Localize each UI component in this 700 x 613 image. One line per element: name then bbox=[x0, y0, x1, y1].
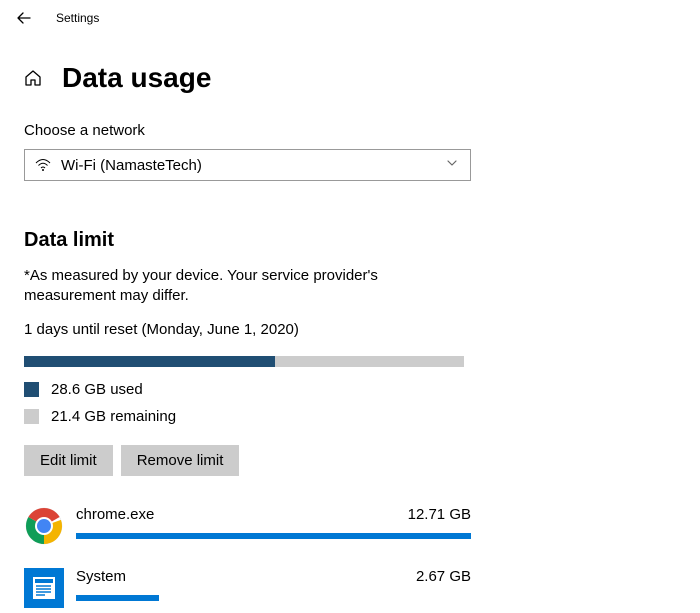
remove-limit-button[interactable]: Remove limit bbox=[121, 445, 240, 476]
app-usage-list: chrome.exe 12.71 GB System bbox=[24, 506, 676, 608]
app-row: System 2.67 GB bbox=[24, 568, 471, 608]
data-limit-disclaimer: *As measured by your device. Your servic… bbox=[24, 266, 469, 307]
network-label: Choose a network bbox=[24, 122, 676, 139]
app-usage-value: 2.67 GB bbox=[416, 568, 471, 585]
home-button[interactable] bbox=[24, 69, 42, 87]
page-title: Data usage bbox=[62, 62, 211, 94]
reset-text: 1 days until reset (Monday, June 1, 2020… bbox=[24, 321, 676, 338]
window-title: Settings bbox=[56, 11, 99, 25]
legend-remaining-row: 21.4 GB remaining bbox=[24, 408, 676, 425]
system-icon bbox=[24, 568, 64, 608]
data-limit-heading: Data limit bbox=[24, 229, 676, 252]
back-arrow-icon bbox=[16, 10, 32, 26]
network-select[interactable]: Wi-Fi (NamasteTech) bbox=[24, 149, 471, 181]
back-button[interactable] bbox=[16, 10, 32, 26]
app-name: chrome.exe bbox=[76, 506, 154, 523]
network-selected-text: Wi-Fi (NamasteTech) bbox=[61, 157, 460, 174]
data-limit-progress bbox=[24, 356, 464, 367]
app-usage-bar bbox=[76, 595, 159, 601]
legend-remaining-swatch bbox=[24, 409, 39, 424]
legend-used-row: 28.6 GB used bbox=[24, 381, 676, 398]
wifi-icon bbox=[35, 158, 51, 172]
app-name: System bbox=[76, 568, 126, 585]
app-row: chrome.exe 12.71 GB bbox=[24, 506, 471, 546]
legend-used-swatch bbox=[24, 382, 39, 397]
app-usage-bar bbox=[76, 533, 471, 539]
chevron-down-icon bbox=[446, 156, 458, 174]
legend-remaining-text: 21.4 GB remaining bbox=[51, 408, 176, 425]
chrome-icon bbox=[24, 506, 64, 546]
legend-used-text: 28.6 GB used bbox=[51, 381, 143, 398]
edit-limit-button[interactable]: Edit limit bbox=[24, 445, 113, 476]
home-icon bbox=[24, 69, 42, 87]
data-limit-progress-fill bbox=[24, 356, 275, 367]
app-usage-value: 12.71 GB bbox=[408, 506, 471, 523]
